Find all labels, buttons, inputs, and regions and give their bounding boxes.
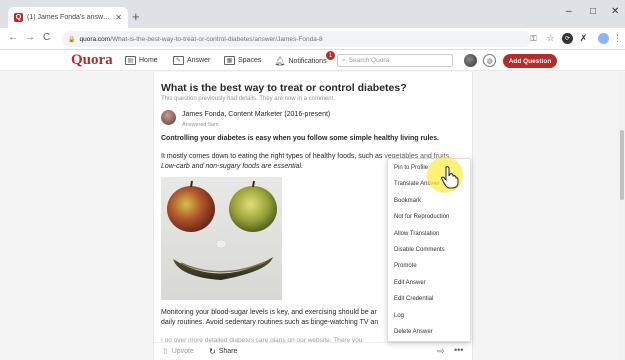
answer-paragraph-2-line-2: daily routines. Avoid sedentary routines… [161,319,379,326]
menu-item-allow-translation[interactable]: Allow Translation [394,231,439,237]
nav-answer-label: Answer [187,57,211,64]
url-host: quora.com [79,35,111,43]
answer-action-bar: ⇧ Upvote ↻ Share ⇨ ••• [154,342,472,360]
nav-spaces-label: Spaces [238,57,262,64]
menu-item-log[interactable]: Log [394,313,404,319]
share-icon: ↻ [209,347,216,356]
menu-item-delete-answer[interactable]: Delete Answer [394,329,433,335]
quora-header: Quora ▤ Home ✎ Answer ▦ Spaces 🔔︎ Notifi… [0,51,625,71]
menu-item-pin-to-profile[interactable]: Pin to Profile [394,165,428,171]
nav-spaces[interactable]: ▦ Spaces [224,56,261,65]
browser-toolbar: ← → C 🔒 quora.com /What-is-the-best-way-… [0,28,625,50]
add-question-button[interactable]: Add Question [503,54,557,68]
menu-item-edit-answer[interactable]: Edit Answer [394,280,426,286]
user-avatar[interactable] [464,54,477,67]
new-tab-button[interactable]: + [132,10,140,24]
nav-home-label: Home [139,57,158,64]
url-path: /What-is-the-best-way-to-treat-or-contro… [110,35,323,43]
minimize-button[interactable]: – [566,6,572,17]
forward-button[interactable]: → [25,32,35,44]
search-input[interactable]: ⌕ Search Quora [337,54,453,67]
quora-favicon-icon: Q [14,13,23,22]
pencil-icon: ✎ [173,56,184,65]
browser-tab-strip: Q (1) James Fonda's answer to Wh... ✕ + … [0,0,625,28]
extension-icon[interactable]: ⟳ [562,33,573,44]
menu-item-disable-comments[interactable]: Disable Comments [394,247,445,253]
apple-green [229,186,277,232]
page-scrollbar-thumb[interactable] [620,130,624,200]
share-label: Share [218,348,238,355]
lock-icon: 🔒 [68,36,76,43]
star-icon[interactable]: ☆ [545,33,556,44]
spaces-icon: ▦ [224,56,235,65]
browser-menu-icon[interactable]: ⋮ [612,33,623,44]
nav-notifications-label: Notifications [288,58,327,65]
apple-stem-right [252,180,255,188]
menu-item-edit-credential[interactable]: Edit Credential [394,296,433,302]
nav-notifications[interactable]: 🔔︎ Notifications [274,56,327,67]
apple-red [167,186,215,232]
back-button[interactable]: ← [8,32,18,44]
address-bar[interactable]: 🔒 quora.com /What-is-the-best-way-to-tre… [62,31,532,47]
page-scrollbar[interactable] [619,72,625,360]
banana-mouth [173,257,273,280]
menu-item-not-for-reproduction[interactable]: Not for Reproduction [394,214,449,220]
quora-logo[interactable]: Quora [71,52,113,69]
tab-title: (1) James Fonda's answer to Wh... [27,14,111,21]
profile-icon[interactable] [598,33,609,44]
bell-icon: 🔔︎ [274,56,286,66]
question-title[interactable]: What is the best way to treat or control… [161,82,407,94]
upvote-icon: ⇧ [162,347,169,356]
window-close-button[interactable]: ✕ [611,6,619,17]
menu-item-bookmark[interactable]: Bookmark [394,198,421,204]
more-options-icon[interactable]: ••• [454,345,463,355]
key-icon[interactable]: ⚿ [528,33,539,44]
search-placeholder: Search Quora [348,57,390,64]
browser-tab[interactable]: Q (1) James Fonda's answer to Wh... ✕ [8,7,128,28]
menu-item-promote[interactable]: Promote [394,263,417,269]
garlic-nose [215,239,227,249]
globe-icon[interactable]: ◍ [483,54,496,67]
author-avatar[interactable] [161,110,176,125]
forward-share-icon[interactable]: ⇨ [437,346,445,357]
upvote-label: Upvote [171,348,194,355]
maximize-button[interactable]: □ [590,6,596,17]
fruit-face-illustration [167,180,277,280]
home-icon: ▤ [125,56,136,65]
question-subtitle: This question previously had details. Th… [161,96,335,102]
reload-button[interactable]: C [43,32,50,44]
extension-x-icon[interactable]: ✗ [578,33,589,44]
apple-stem-left [190,180,193,188]
answer-paragraph-2-line-1: Monitoring your blood-sugar levels is ke… [161,309,377,316]
share-button[interactable]: ↻ Share [209,347,237,356]
upvote-button[interactable]: ⇧ Upvote [162,347,194,356]
notification-badge: 1 [326,51,335,60]
nav-answer[interactable]: ✎ Answer [173,56,210,65]
answer-paragraph-1-italic: Low-carb and non-sugary foods are essent… [161,163,304,170]
answer-lead: Controlling your diabetes is easy when y… [161,135,440,142]
author-name[interactable]: James Fonda, Content Marketer (2016-pres… [182,111,330,118]
answer-image[interactable] [161,177,282,300]
answer-paragraph-1-text: It mostly comes down to eating the right… [161,153,385,160]
hand-cursor-icon [441,166,459,189]
search-icon: ⌕ [342,56,346,64]
tab-close-icon[interactable]: ✕ [115,13,122,22]
answered-date: Answered 5am [182,122,219,128]
nav-home[interactable]: ▤ Home [125,56,158,65]
